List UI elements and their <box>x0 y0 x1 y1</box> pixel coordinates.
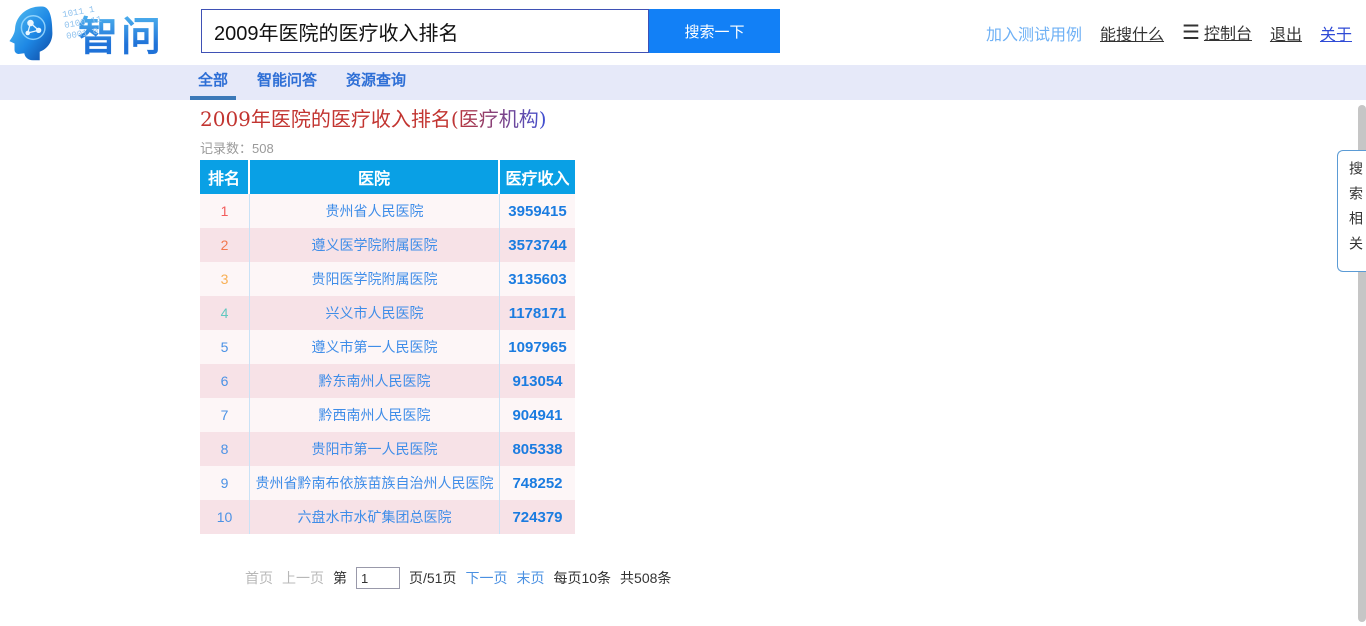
tab-resource-query[interactable]: 资源查询 <box>338 65 414 100</box>
hospital-link[interactable]: 贵阳医学院附属医院 <box>312 269 438 289</box>
ranking-table: 排名 医院 医疗收入 1贵州省人民医院39594152遵义医学院附属医院3573… <box>200 160 575 534</box>
about-link[interactable]: 关于 <box>1320 21 1352 45</box>
table-body: 1 贵州省人民医院 3959415 2 遵义医学院附属医院 3573744 3 贵阳医学院附属… <box>200 194 575 534</box>
revenue-cell: 913054 <box>500 364 575 398</box>
revenue-cell: 748252 <box>500 466 575 500</box>
result-title-category: (医疗机构) <box>451 107 547 131</box>
hospital-cell: 贵阳医学院附属医院 <box>250 262 500 296</box>
header: 1011 1 0100 11 0001 0 智问 搜索一下 加入测试用例 能搜什… <box>0 0 1366 65</box>
table-row: 2 遵义医学院附属医院 3573744 <box>200 228 575 262</box>
hospital-cell: 贵阳市第一人民医院 <box>250 432 500 466</box>
rank-cell: 10 <box>200 500 250 534</box>
record-count-value: 508 <box>252 141 274 156</box>
record-count-label: 记录数： <box>200 141 252 156</box>
first-page-link: 首页 <box>245 568 273 588</box>
join-test-cases-link[interactable]: 加入测试用例 <box>986 21 1082 45</box>
revenue-cell: 904941 <box>500 398 575 432</box>
revenue-cell: 1097965 <box>500 330 575 364</box>
hospital-cell: 遵义医学院附属医院 <box>250 228 500 262</box>
rank-cell: 9 <box>200 466 250 500</box>
page-number-input[interactable] <box>356 567 400 589</box>
table-row: 10 六盘水市水矿集团总医院 724379 <box>200 500 575 534</box>
table-row: 1 贵州省人民医院 3959415 <box>200 194 575 228</box>
table-row: 5 遵义市第一人民医院 1097965 <box>200 330 575 364</box>
last-page-link[interactable]: 末页 <box>516 568 544 588</box>
table-row: 7 黔西南州人民医院 904941 <box>200 398 575 432</box>
prev-page-link: 上一页 <box>282 568 324 588</box>
header-links: 加入测试用例 能搜什么 ☰控制台 退出 关于 <box>986 0 1352 65</box>
search-related-label: 搜索相关 <box>1346 161 1366 261</box>
logo[interactable]: 1011 1 0100 11 0001 0 智问 <box>6 2 206 64</box>
table-row: 9 贵州省黔南布依族苗族自治州人民医院 748252 <box>200 466 575 500</box>
rank-cell: 4 <box>200 296 250 330</box>
console-link-label: 控制台 <box>1204 26 1252 43</box>
table-header-row: 排名 医院 医疗收入 <box>200 160 575 194</box>
hospital-cell: 遵义市第一人民医院 <box>250 330 500 364</box>
rank-cell: 2 <box>200 228 250 262</box>
hospital-link[interactable]: 贵阳市第一人民医院 <box>312 439 438 459</box>
hospital-link[interactable]: 遵义市第一人民医院 <box>312 337 438 357</box>
tab-smart-qa[interactable]: 智能问答 <box>249 65 325 100</box>
page-total-label: 页/51页 <box>409 568 456 588</box>
total-records-label: 共508条 <box>620 568 671 588</box>
table-row: 4 兴义市人民医院 1178171 <box>200 296 575 330</box>
tabs: 全部 智能问答 资源查询 <box>190 65 427 100</box>
hospital-cell: 黔西南州人民医院 <box>250 398 500 432</box>
result-title[interactable]: 2009年医院的医疗收入排名(医疗机构) <box>200 103 547 132</box>
revenue-cell: 3959415 <box>500 194 575 228</box>
hospital-link[interactable]: 黔东南州人民医院 <box>319 371 431 391</box>
tab-all[interactable]: 全部 <box>190 65 236 100</box>
record-count: 记录数：508 <box>200 138 274 157</box>
revenue-cell: 3573744 <box>500 228 575 262</box>
search-input[interactable] <box>201 9 649 53</box>
per-page-label: 每页10条 <box>553 568 611 588</box>
rank-cell: 5 <box>200 330 250 364</box>
hospital-cell: 贵州省黔南布依族苗族自治州人民医院 <box>250 466 500 500</box>
hamburger-icon: ☰ <box>1182 20 1200 45</box>
revenue-cell: 3135603 <box>500 262 575 296</box>
result-title-main: 2009年医院的医疗收入排名 <box>200 107 451 131</box>
rank-cell: 7 <box>200 398 250 432</box>
revenue-cell: 724379 <box>500 500 575 534</box>
hospital-cell: 兴义市人民医院 <box>250 296 500 330</box>
revenue-cell: 1178171 <box>500 296 575 330</box>
col-header-hospital: 医院 <box>250 160 500 194</box>
hospital-link[interactable]: 贵州省黔南布依族苗族自治州人民医院 <box>256 473 494 493</box>
search-related-side-tab[interactable]: 搜索相关 <box>1337 150 1366 272</box>
col-header-revenue: 医疗收入 <box>500 160 575 194</box>
pagination: 首页 上一页 第 页/51页 下一页 末页 每页10条 共508条 <box>245 565 671 591</box>
rank-cell: 8 <box>200 432 250 466</box>
tab-bar: 全部 智能问答 资源查询 <box>0 65 1366 100</box>
search-button[interactable]: 搜索一下 <box>649 9 780 53</box>
hospital-link[interactable]: 遵义医学院附属医院 <box>312 235 438 255</box>
rank-cell: 6 <box>200 364 250 398</box>
rank-cell: 3 <box>200 262 250 296</box>
rank-cell: 1 <box>200 194 250 228</box>
table-row: 6 黔东南州人民医院 913054 <box>200 364 575 398</box>
app-window: 1011 1 0100 11 0001 0 智问 搜索一下 加入测试用例 能搜什… <box>0 0 1366 626</box>
hospital-link[interactable]: 兴义市人民医院 <box>326 303 424 323</box>
hospital-cell: 贵州省人民医院 <box>250 194 500 228</box>
hospital-link[interactable]: 六盘水市水矿集团总医院 <box>298 507 452 527</box>
table-row: 8 贵阳市第一人民医院 805338 <box>200 432 575 466</box>
logout-link[interactable]: 退出 <box>1270 21 1302 45</box>
what-can-search-link[interactable]: 能搜什么 <box>1100 21 1164 45</box>
hospital-cell: 六盘水市水矿集团总医院 <box>250 500 500 534</box>
hospital-link[interactable]: 黔西南州人民医院 <box>319 405 431 425</box>
next-page-link[interactable]: 下一页 <box>465 568 507 588</box>
hospital-link[interactable]: 贵州省人民医院 <box>326 201 424 221</box>
revenue-cell: 805338 <box>500 432 575 466</box>
table-row: 3 贵阳医学院附属医院 3135603 <box>200 262 575 296</box>
brain-head-icon <box>6 4 64 62</box>
col-header-rank: 排名 <box>200 160 250 194</box>
hospital-cell: 黔东南州人民医院 <box>250 364 500 398</box>
console-link[interactable]: ☰控制台 <box>1182 20 1252 45</box>
page-prefix-label: 第 <box>333 568 347 588</box>
